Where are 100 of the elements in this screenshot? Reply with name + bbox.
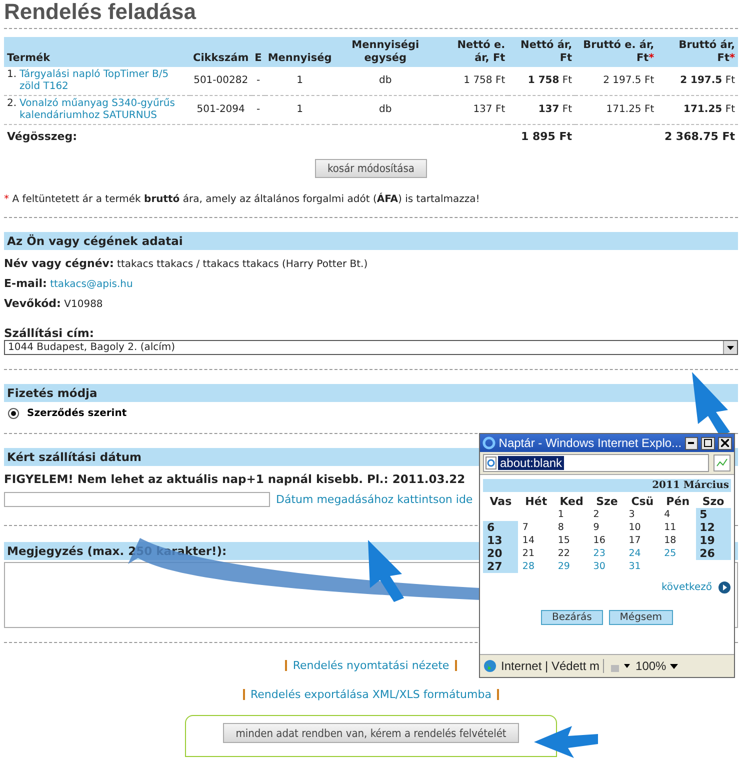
close-button[interactable] <box>718 436 732 450</box>
browser-icon <box>482 436 496 450</box>
table-cell: 2 197.5 Ft <box>657 67 738 96</box>
table-cell: - <box>252 67 265 96</box>
column-header: Nettó e. ár, Ft <box>436 37 508 67</box>
calendar-day[interactable]: 29 <box>554 560 590 573</box>
submit-button[interactable]: minden adat rendben van, kérem a rendelés felvételét <box>222 723 520 743</box>
weekday-label: Pén <box>665 495 691 508</box>
dialog-button[interactable]: Bezárás <box>540 610 603 625</box>
weekday-label: Sze <box>595 495 619 508</box>
calendar-day[interactable]: 31 <box>624 560 660 573</box>
calendar-day[interactable]: 24 <box>624 547 660 560</box>
next-icon[interactable] <box>718 581 731 594</box>
table-cell: - <box>252 96 265 124</box>
product-link[interactable]: Vonalzó műanyag S340-gyűrűs kalendáriumhoz SATURNUS <box>20 98 187 122</box>
modify-cart-button[interactable]: kosár módosítása <box>314 159 428 178</box>
address-field[interactable]: about:blank <box>483 454 709 472</box>
field-label: Szállítási cím: <box>4 326 95 340</box>
cursor-arrow <box>534 726 598 758</box>
maximize-icon <box>704 439 712 447</box>
calendar-day: 9 <box>589 521 625 534</box>
calendar-day: 10 <box>624 521 660 534</box>
weekday-label: Hét <box>524 495 548 508</box>
maximize-button[interactable] <box>701 436 716 450</box>
product-link[interactable]: Tárgyalási napló TopTimer B/5 zöld T162 <box>20 69 187 93</box>
table-cell: 1 758 Ft <box>436 67 508 96</box>
date-field[interactable] <box>4 492 270 507</box>
table-cell: 1 <box>264 96 335 124</box>
calendar-day: 7 <box>518 521 554 534</box>
link[interactable]: Rendelés exportálása XML/XLS formátumba <box>250 688 492 701</box>
section-heading: Az Ön vagy cégének adatai <box>4 232 738 250</box>
column-header: Nettó ár, Ft <box>508 37 576 67</box>
table-cell: 501-00282 <box>190 67 252 96</box>
table-cell: 137 Ft <box>436 96 508 124</box>
row-number: 2. <box>7 98 17 110</box>
close-icon <box>721 439 730 447</box>
table-cell: 1 758 Ft <box>508 67 576 96</box>
cursor-arrow <box>692 372 730 436</box>
link[interactable]: Rendelés nyomtatási nézete <box>292 659 450 672</box>
date-picker-link[interactable]: Dátum megadásához kattintson ide <box>276 493 473 506</box>
globe-icon <box>483 659 497 673</box>
calendar-day: 21 <box>518 547 554 560</box>
dropdown-icon[interactable] <box>670 664 678 668</box>
window-title: Naptár - Windows Internet Explo... <box>498 436 682 450</box>
next-month-link[interactable]: következő <box>662 582 712 593</box>
field-label: E-mail: <box>4 277 47 290</box>
column-header: Bruttó ár, Ft* <box>657 37 738 67</box>
column-header: Mennyiség <box>264 37 335 67</box>
calendar-day: 13 <box>483 534 518 547</box>
table-cell: 171.25 Ft <box>657 96 738 124</box>
minimize-button[interactable] <box>684 436 698 450</box>
dropdown-icon <box>727 346 734 350</box>
calendar-day: 27 <box>483 560 518 573</box>
table-cell: db <box>334 67 436 96</box>
warning-text: FIGYELEM! Nem lehet az aktuális nap+1 napnál kisebb. Pl.: 2011.03.22 <box>4 472 466 486</box>
calendar-day[interactable]: 25 <box>660 547 696 560</box>
dialog-button[interactable]: Mégsem <box>608 610 674 625</box>
address-dropdown[interactable]: 1044 Budapest, Bagoly 2. (alcím) <box>4 340 738 355</box>
calendar-day: 8 <box>554 521 590 534</box>
field-value: V10988 <box>64 299 103 310</box>
calendar-day: 22 <box>554 547 590 560</box>
row-number: 1. <box>7 69 17 81</box>
zoom-level[interactable]: 100% <box>636 659 666 673</box>
table-cell: db <box>334 96 436 124</box>
field-label: Név vagy cégnév: <box>4 257 114 270</box>
calendar-day: 26 <box>696 547 731 560</box>
column-header: Termék <box>4 37 190 67</box>
table-cell: 171.25 Ft <box>575 96 658 124</box>
minimize-icon <box>688 442 694 444</box>
column-header: E <box>252 37 265 67</box>
total-gross: 2 368.75 Ft <box>657 124 738 145</box>
calendar-day: 20 <box>483 547 518 560</box>
status-text: Internet | Védett m <box>501 659 604 673</box>
calendar-day[interactable]: 30 <box>589 560 625 573</box>
weekday-label: Vas <box>488 495 513 508</box>
calendar-day: 3 <box>624 508 660 521</box>
calendar-day: 5 <box>696 508 731 521</box>
column-header: Mennyiségi egység <box>334 37 436 67</box>
cursor-arrow <box>368 540 404 602</box>
total-net: 1 895 Ft <box>508 124 576 145</box>
page-title: Rendelés feladása <box>4 0 198 24</box>
calendar-day[interactable]: 28 <box>518 560 554 573</box>
calendar-day[interactable]: 23 <box>589 547 625 560</box>
payment-option[interactable]: Szerződés szerint <box>8 408 127 419</box>
column-header: Cikkszám <box>190 37 252 67</box>
field-value: ttakacs ttakacs / ttakacs ttakacs (Harry Potter Bt.) <box>117 259 368 270</box>
calendar-day: 12 <box>696 521 731 534</box>
weekday-label: Szo <box>701 495 726 508</box>
weekday-label: Ked <box>558 495 584 508</box>
calendar-day: 2 <box>589 508 625 521</box>
calendar-day: 11 <box>660 521 696 534</box>
email-link[interactable]: ttakacs@apis.hu <box>50 279 133 290</box>
field-label: Vevőkód: <box>4 297 61 310</box>
calendar-day: 6 <box>483 521 518 534</box>
calendar-day: 1 <box>554 508 590 521</box>
total-label: Végösszeg: <box>4 124 508 145</box>
month-heading: 2011 Március <box>483 479 731 492</box>
table-cell: 2 197.5 Ft <box>575 67 658 96</box>
table-cell: 137 Ft <box>508 96 576 124</box>
table-cell: 1 <box>264 67 335 96</box>
